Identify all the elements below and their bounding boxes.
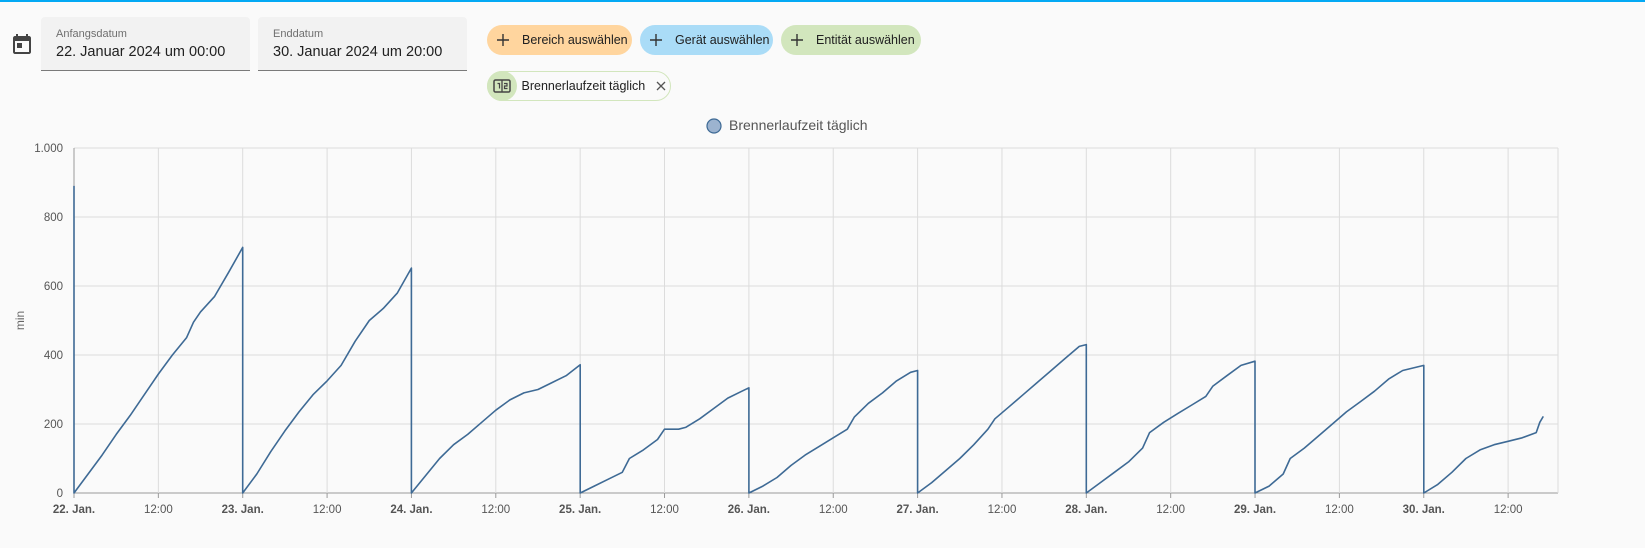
legend-swatch-icon: [706, 118, 722, 134]
x-tick-label: 25. Jan.: [559, 504, 601, 516]
y-tick-label: 400: [44, 350, 63, 362]
x-tick-label: 26. Jan.: [728, 504, 770, 516]
x-axis-ticks: 22. Jan. 12:00 23. Jan. 12:00 24. Jan. 12:00 2…: [53, 504, 1523, 516]
x-tick-label: 24. Jan.: [390, 504, 432, 516]
y-axis-ticks: 0 200 400 600 800 1.000: [34, 143, 63, 500]
x-tick-label: 12:00: [1156, 504, 1185, 516]
x-tick-label: 12:00: [481, 504, 510, 516]
x-tick-label: 28. Jan.: [1065, 504, 1107, 516]
y-tick-label: 1.000: [34, 143, 63, 155]
x-tick-label: 27. Jan.: [896, 504, 938, 516]
x-tick-label: 29. Jan.: [1234, 504, 1276, 516]
x-tick-label: 12:00: [313, 504, 342, 516]
x-tick-label: 23. Jan.: [222, 504, 264, 516]
x-tick-label: 12:00: [988, 504, 1017, 516]
series-line: [73, 185, 1544, 494]
x-tick-label: 30. Jan.: [1403, 504, 1445, 516]
history-chart: 0 200 400 600 800 1.000 22. Jan. 12:00 23. Jan.…: [13, 117, 1559, 516]
x-tick-label: 12:00: [650, 504, 679, 516]
chart-legend[interactable]: Brennerlaufzeit täglich: [706, 117, 868, 134]
x-tick-label: 12:00: [1325, 504, 1354, 516]
y-tick-label: 200: [44, 419, 63, 431]
y-axis-label: min: [13, 311, 27, 330]
x-tick-label: 12:00: [1494, 504, 1523, 516]
x-tick-label: 22. Jan.: [53, 504, 95, 516]
legend-label: Brennerlaufzeit täglich: [729, 117, 868, 133]
x-tick-label: 12:00: [144, 504, 173, 516]
x-tick-label: 12:00: [819, 504, 848, 516]
y-tick-label: 800: [44, 212, 63, 224]
chart-grid: [73, 147, 1559, 498]
y-tick-label: 600: [44, 281, 63, 293]
y-tick-label: 0: [57, 488, 63, 500]
